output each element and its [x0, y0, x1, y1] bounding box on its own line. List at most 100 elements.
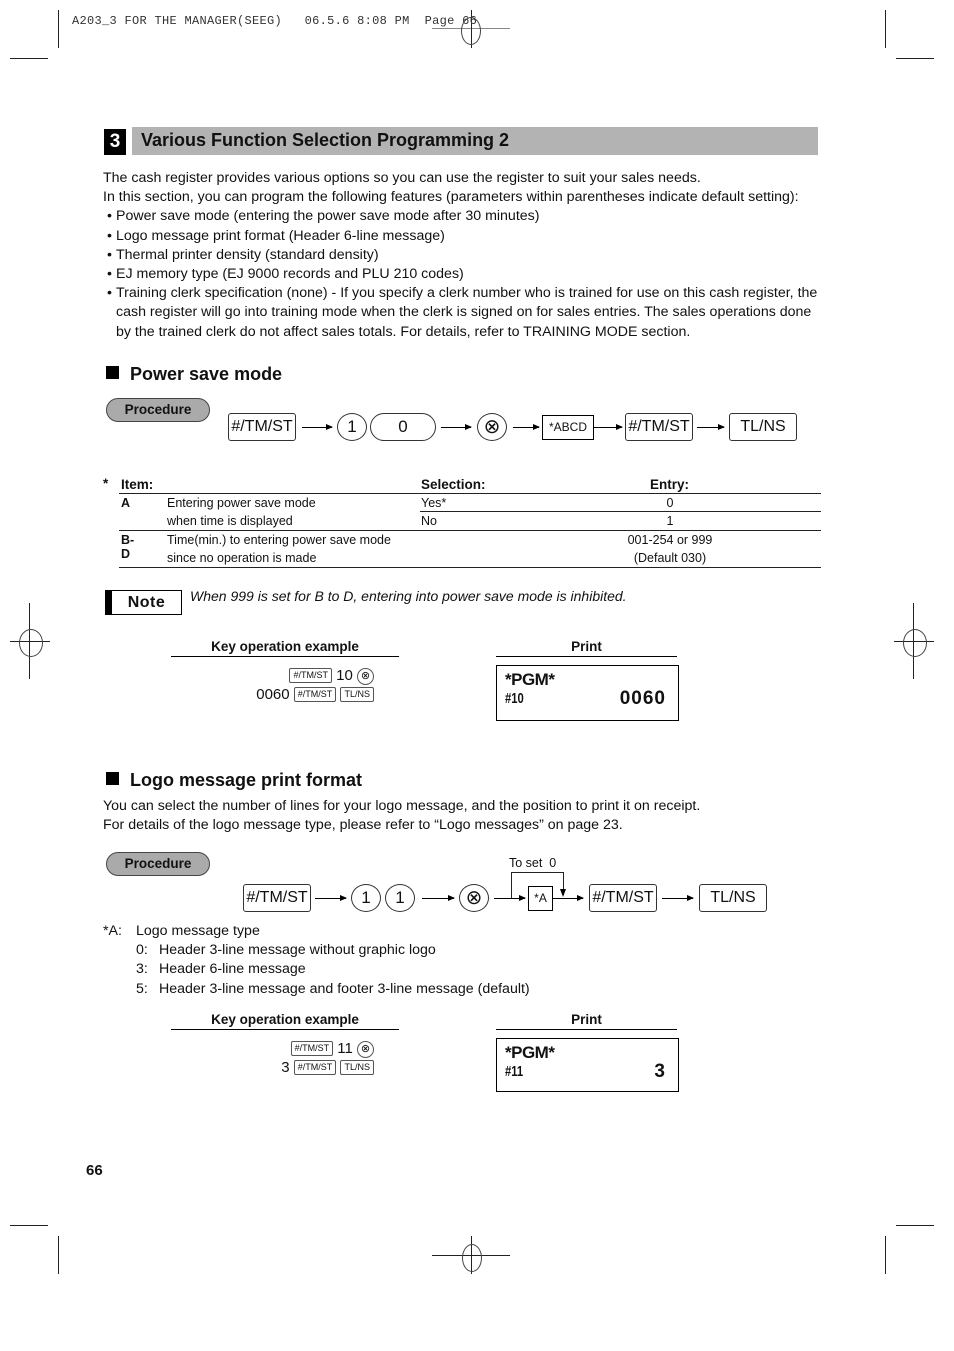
key-entry-number: 0060	[256, 686, 290, 703]
key-operation-heading: Key operation example	[171, 1012, 399, 1030]
entry-box-a: *A	[528, 886, 553, 911]
key-digit-1: 1	[351, 884, 381, 912]
slug-datetime: 06.5.6 8:08 PM	[304, 14, 410, 28]
legend-option: 3: Header 6-line message	[136, 961, 306, 978]
arrow-icon	[662, 895, 694, 901]
mini-key-tm-st: #/TM/ST	[289, 668, 332, 683]
row-entry: (Default 030)	[633, 551, 707, 565]
arrow-icon	[697, 424, 725, 430]
slug-job: A203_3 FOR THE MANAGER(SEEG)	[72, 14, 283, 28]
section-title: Various Function Selection Programming 2	[141, 130, 510, 150]
mini-key-tl-ns: TL/NS	[340, 1060, 374, 1075]
crop-mark	[10, 58, 48, 59]
key-tm-st: #/TM/ST	[625, 413, 693, 441]
key-tm-st: #/TM/ST	[243, 884, 311, 912]
arrow-icon	[513, 424, 540, 430]
table-star: *	[103, 476, 109, 491]
legend-option: 0: Header 3-line message without graphic …	[136, 942, 436, 959]
col-header-selection: Selection:	[421, 477, 486, 492]
crop-mark	[896, 1225, 934, 1226]
key-operation-heading: Key operation example	[171, 639, 399, 657]
crop-mark	[896, 58, 934, 59]
receipt-code: #10	[505, 690, 524, 707]
note-label: Note	[105, 590, 182, 615]
row-code: A	[121, 496, 131, 510]
receipt-print: *PGM* #10 0060	[496, 665, 679, 721]
key-tl-ns: TL/NS	[729, 413, 797, 441]
row-entry: 1	[666, 514, 674, 528]
arrow-icon	[422, 895, 455, 901]
registration-mark	[462, 1244, 482, 1272]
mini-key-tm-st: #/TM/ST	[293, 1060, 337, 1075]
row-entry: 001-254 or 999	[627, 533, 713, 547]
section-number: 3	[104, 129, 126, 155]
entry-box-abcd: *ABCD	[542, 415, 594, 440]
arrow-icon	[302, 424, 333, 430]
key-digit-0: 0	[370, 413, 436, 441]
logo-type-legend: *A: Logo message type 0: Header 3-line mes…	[103, 922, 530, 999]
slug-page: Page 66	[424, 14, 478, 28]
feature-item: Thermal printer density (standard densit…	[103, 246, 833, 265]
row-desc: Time(min.) to entering power save mode	[167, 533, 391, 547]
bypass-arrowhead-icon	[560, 889, 566, 897]
receipt-title: *PGM*	[505, 670, 555, 689]
note-text: When 999 is set for B to D, entering int…	[190, 588, 627, 604]
multiply-key-icon: ⊗	[357, 1041, 374, 1058]
row-code: B-D	[121, 533, 135, 561]
receipt-value: 3	[654, 1061, 666, 1082]
mini-key-tm-st: #/TM/ST	[293, 687, 337, 702]
row-desc: when time is displayed	[167, 514, 293, 528]
print-heading: Print	[496, 639, 677, 657]
bypass-line	[511, 872, 564, 873]
crop-mark	[885, 10, 886, 48]
multiply-key-icon: ⊗	[459, 884, 489, 912]
feature-item: Power save mode (entering the power save…	[103, 207, 833, 226]
key-operation-line: 0060 #/TM/ST TL/NS	[200, 686, 374, 703]
receipt-title: *PGM*	[505, 1043, 555, 1062]
crop-mark	[885, 1236, 886, 1274]
registration-mark	[19, 629, 43, 657]
feature-item: Logo message print format (Header 6-line…	[103, 227, 833, 246]
key-tl-ns: TL/NS	[699, 884, 767, 912]
procedure-label: Procedure	[106, 852, 210, 876]
mini-key-tl-ns: TL/NS	[340, 687, 374, 702]
key-tm-st: #/TM/ST	[589, 884, 657, 912]
key-operation-line: 3 #/TM/ST TL/NS	[200, 1059, 374, 1076]
multiply-key-icon: ⊗	[357, 668, 374, 685]
col-header-entry: Entry:	[650, 477, 690, 492]
row-entry: 0	[666, 496, 674, 510]
table-rule	[119, 493, 821, 494]
crop-mark	[58, 10, 59, 48]
logo-description: You can select the number of lines for y…	[103, 797, 833, 835]
arrow-icon	[315, 895, 347, 901]
square-bullet-icon	[106, 366, 119, 379]
desc-line: You can select the number of lines for y…	[103, 798, 701, 814]
mini-key-tm-st: #/TM/ST	[290, 1041, 334, 1056]
key-tm-st: #/TM/ST	[228, 413, 296, 441]
legend-title: *A: Logo message type	[103, 923, 260, 939]
feature-item: Training clerk specification (none) - If…	[103, 284, 818, 342]
table-rule	[119, 567, 821, 568]
print-slug: A203_3 FOR THE MANAGER(SEEG) 06.5.6 8:08…	[72, 14, 477, 28]
key-entry-number: 11	[337, 1040, 353, 1057]
receipt-print: *PGM* #11 3	[496, 1038, 679, 1092]
procedure-label: Procedure	[106, 398, 210, 422]
feature-list: Power save mode (entering the power save…	[103, 207, 833, 341]
page-number: 66	[86, 1162, 103, 1179]
receipt-code: #11	[505, 1063, 524, 1080]
row-selection: Yes*	[421, 496, 447, 510]
square-bullet-icon	[106, 772, 119, 785]
key-entry-number: 3	[281, 1059, 290, 1076]
arrow-icon	[494, 895, 526, 901]
crop-mark	[58, 1236, 59, 1274]
key-operation-line: #/TM/ST 11 ⊗	[200, 1040, 374, 1058]
crop-mark	[10, 1225, 48, 1226]
multiply-key-icon: ⊗	[477, 413, 507, 441]
row-desc: since no operation is made	[167, 551, 317, 565]
col-header-item: Item:	[121, 477, 154, 492]
row-selection: No	[421, 514, 437, 528]
intro: The cash register provides various optio…	[103, 169, 833, 342]
table-rule	[420, 511, 821, 512]
arrow-icon	[594, 424, 623, 430]
key-operation-line: #/TM/ST 10 ⊗	[200, 667, 374, 685]
